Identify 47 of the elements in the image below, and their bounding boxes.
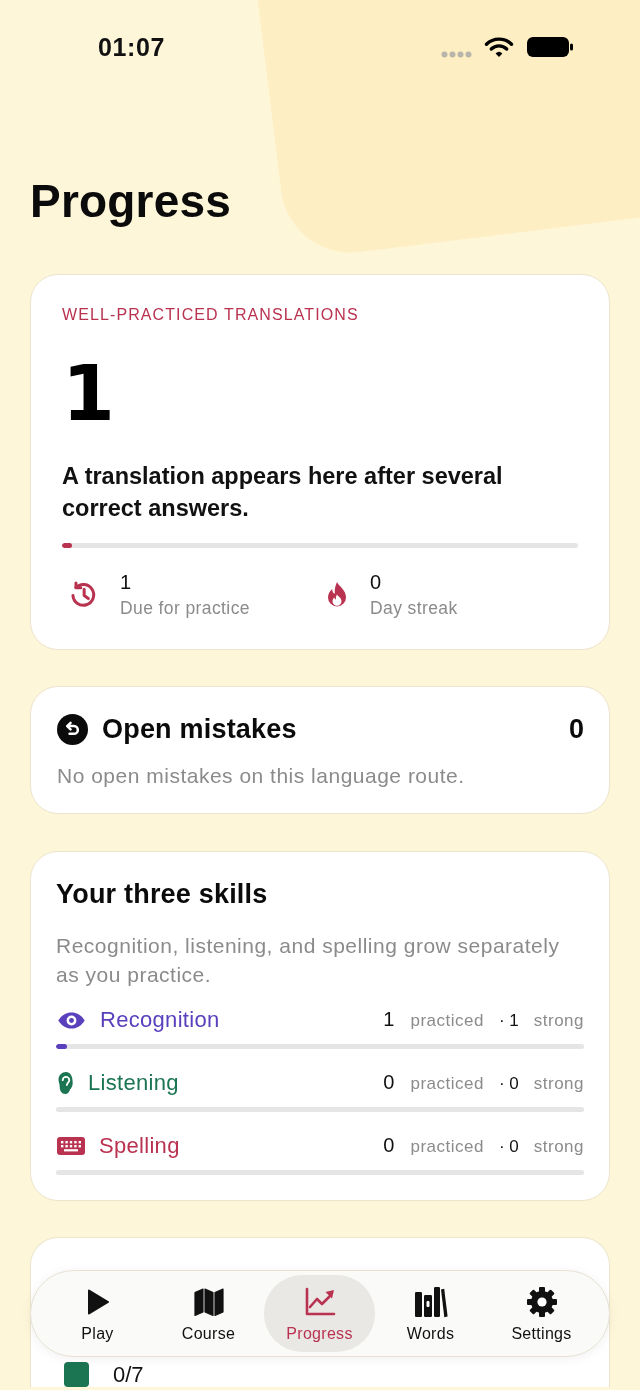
tab[interactable]: Course	[153, 1275, 264, 1352]
strong-count: · 1	[498, 1010, 519, 1032]
mistakes-count: 0	[568, 713, 584, 745]
goal-count: 0/7	[113, 1362, 144, 1387]
square-icon	[64, 1362, 89, 1387]
practiced-label: practiced	[410, 1136, 484, 1158]
books-icon	[413, 1286, 448, 1318]
strong-count: · 0	[498, 1073, 519, 1095]
strong-count: · 0	[498, 1136, 519, 1158]
tab[interactable]: Settings	[486, 1275, 597, 1352]
stat-value: 0	[370, 570, 383, 594]
skill-name: Listening	[88, 1069, 179, 1097]
map-icon	[193, 1287, 224, 1317]
strong-label: strong	[533, 1010, 584, 1032]
page-title: Progress	[30, 174, 233, 229]
card-title: Open mistakes	[102, 713, 297, 745]
card-title: Your three skills	[56, 878, 269, 910]
stat-label: Due for practice	[120, 597, 250, 619]
strong-label: strong	[533, 1073, 584, 1095]
practiced-label: practiced	[410, 1073, 484, 1095]
tab[interactable]: Progress	[264, 1275, 375, 1352]
signal-icon	[441, 50, 472, 58]
practiced-count: 1	[383, 1007, 395, 1032]
practiced-count: 0	[383, 1133, 395, 1158]
stat-label: Day streak	[370, 597, 458, 619]
tab[interactable]: Play	[42, 1275, 153, 1352]
undo-icon	[57, 713, 88, 745]
stat-value: 1	[120, 570, 133, 594]
skill-name: Spelling	[99, 1132, 180, 1160]
wifi-icon	[484, 36, 514, 58]
status-time: 01:07	[98, 33, 165, 61]
translation-count: 1	[62, 354, 116, 434]
clock-arrow-icon	[68, 579, 98, 610]
settings-icon	[525, 1286, 558, 1318]
trend-chart-icon	[303, 1287, 336, 1317]
card-message: A translation appears here after several correct answers.	[62, 462, 504, 523]
flame-icon	[326, 580, 348, 609]
play-icon	[85, 1288, 110, 1316]
practiced-label: practiced	[410, 1010, 484, 1032]
card-message: No open mistakes on this language route.	[57, 763, 466, 789]
skill-name: Recognition	[100, 1006, 220, 1034]
battery-icon	[526, 36, 574, 58]
tab[interactable]: Words	[375, 1275, 486, 1352]
card-description: Recognition, listening, and spelling grow separately as you practice.	[56, 933, 561, 988]
card-label: WELL-PRACTICED TRANSLATIONS	[62, 305, 360, 325]
strong-label: strong	[533, 1136, 584, 1158]
practiced-count: 0	[383, 1070, 395, 1095]
